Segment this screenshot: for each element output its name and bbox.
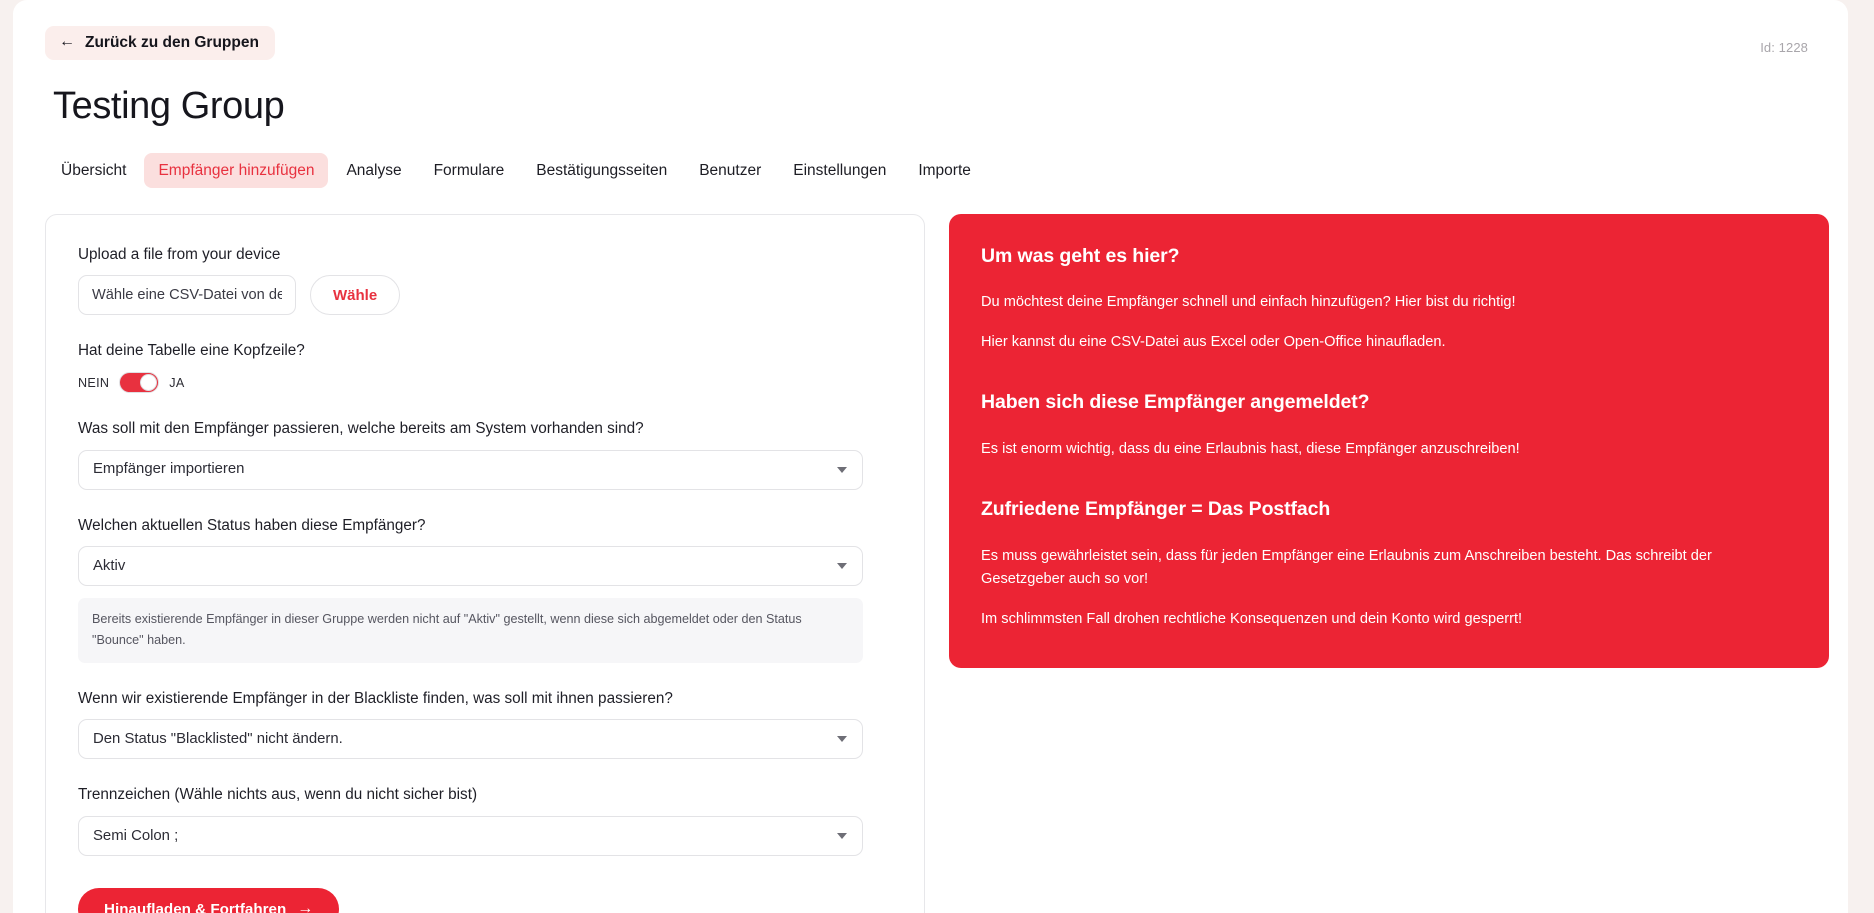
info-text-3b: Im schlimmsten Fall drohen rechtliche Ko… [981, 610, 1523, 627]
info-text-1b: Hier kannst du eine CSV-Datei aus Excel … [981, 333, 1446, 350]
upload-form-card: Upload a file from your device Wähle Hat… [45, 213, 925, 913]
status-select-wrap: Aktiv [78, 546, 863, 587]
tab-analyse[interactable]: Analyse [332, 153, 415, 188]
toggle-off-label: NEIN [78, 375, 110, 390]
existing-recipients-select-wrap: Empfänger importieren [78, 449, 863, 490]
info-heading-1: Um was geht es hier? [981, 244, 1180, 267]
field-separator: Trennzeichen (Wähle nichts aus, wenn du … [78, 785, 892, 857]
field-header-row: Hat deine Tabelle eine Kopfzeile? NEIN J… [78, 341, 892, 394]
header-row-toggle-row: NEIN JA [78, 372, 892, 394]
tab-formulare[interactable]: Formulare [420, 153, 519, 188]
info-text-3a: Es muss gewährleistet sein, dass für jed… [981, 547, 1712, 588]
field-existing-recipients: Was soll mit den Empfänger passieren, we… [78, 419, 892, 490]
info-panel: Um was geht es hier? Du möchtest deine E… [949, 213, 1829, 668]
columns: Upload a file from your device Wähle Hat… [45, 213, 1829, 913]
header-row-label: Hat deine Tabelle eine Kopfzeile? [78, 342, 305, 360]
info-text-1a: Du möchtest deine Empfänger schnell und … [981, 294, 1516, 311]
blacklist-label: Wenn wir existierende Empfänger in der B… [78, 689, 673, 707]
tab-benutzer[interactable]: Benutzer [685, 153, 775, 188]
existing-recipients-label: Was soll mit den Empfänger passieren, we… [78, 420, 644, 438]
field-blacklist: Wenn wir existierende Empfänger in der B… [78, 689, 892, 760]
app-window: ← Zurück zu den Gruppen Id: 1228 Testing… [13, 0, 1848, 913]
field-status: Welchen aktuellen Status haben diese Emp… [78, 516, 892, 663]
page-title: Testing Group [53, 85, 285, 127]
status-label: Welchen aktuellen Status haben diese Emp… [78, 516, 426, 534]
tab-bestaetigungsseiten[interactable]: Bestätigungsseiten [522, 153, 681, 188]
back-to-groups-button[interactable]: ← Zurück zu den Gruppen [45, 26, 275, 60]
info-text-2a: Es ist enorm wichtig, dass du eine Erlau… [981, 440, 1520, 457]
tab-bar: Übersicht Empfänger hinzufügen Analyse F… [47, 152, 1808, 188]
upload-and-continue-button[interactable]: Hinaufladen & Fortfahren → [78, 888, 340, 913]
blacklist-select[interactable]: Den Status "Blacklisted" nicht ändern. [78, 719, 863, 760]
existing-recipients-select[interactable]: Empfänger importieren [78, 449, 863, 490]
field-upload: Upload a file from your device Wähle [78, 245, 892, 316]
info-heading-3: Zufriedene Empfänger = Das Postfach [981, 498, 1331, 521]
file-name-input[interactable] [78, 275, 296, 316]
header-row-toggle[interactable] [119, 372, 160, 394]
arrow-right-icon: → [297, 900, 314, 913]
upload-label: Upload a file from your device [78, 245, 281, 263]
status-select[interactable]: Aktiv [78, 546, 863, 587]
tab-einstellungen[interactable]: Einstellungen [779, 153, 900, 188]
arrow-left-icon: ← [59, 33, 75, 50]
toggle-on-label: JA [169, 375, 185, 390]
info-heading-2: Haben sich diese Empfänger angemeldet? [981, 391, 1370, 414]
separator-label: Trennzeichen (Wähle nichts aus, wenn du … [78, 786, 478, 804]
record-id: Id: 1228 [1760, 40, 1808, 55]
tab-uebersicht[interactable]: Übersicht [47, 153, 140, 188]
top-row: ← Zurück zu den Gruppen Id: 1228 [45, 26, 1808, 60]
tab-empfaenger-hinzufuegen[interactable]: Empfänger hinzufügen [144, 152, 329, 188]
blacklist-select-wrap: Den Status "Blacklisted" nicht ändern. [78, 719, 863, 760]
page-content: ← Zurück zu den Gruppen Id: 1228 Testing… [13, 0, 1848, 913]
separator-select[interactable]: Semi Colon ; [78, 816, 863, 857]
separator-select-wrap: Semi Colon ; [78, 816, 863, 857]
status-hint-note: Bereits existierende Empfänger in dieser… [78, 598, 863, 663]
choose-file-button[interactable]: Wähle [310, 275, 401, 316]
submit-button-label: Hinaufladen & Fortfahren [104, 900, 287, 913]
back-button-label: Zurück zu den Gruppen [85, 34, 259, 52]
toggle-knob [140, 374, 158, 392]
upload-row: Wähle [78, 275, 892, 316]
tab-importe[interactable]: Importe [904, 153, 985, 188]
